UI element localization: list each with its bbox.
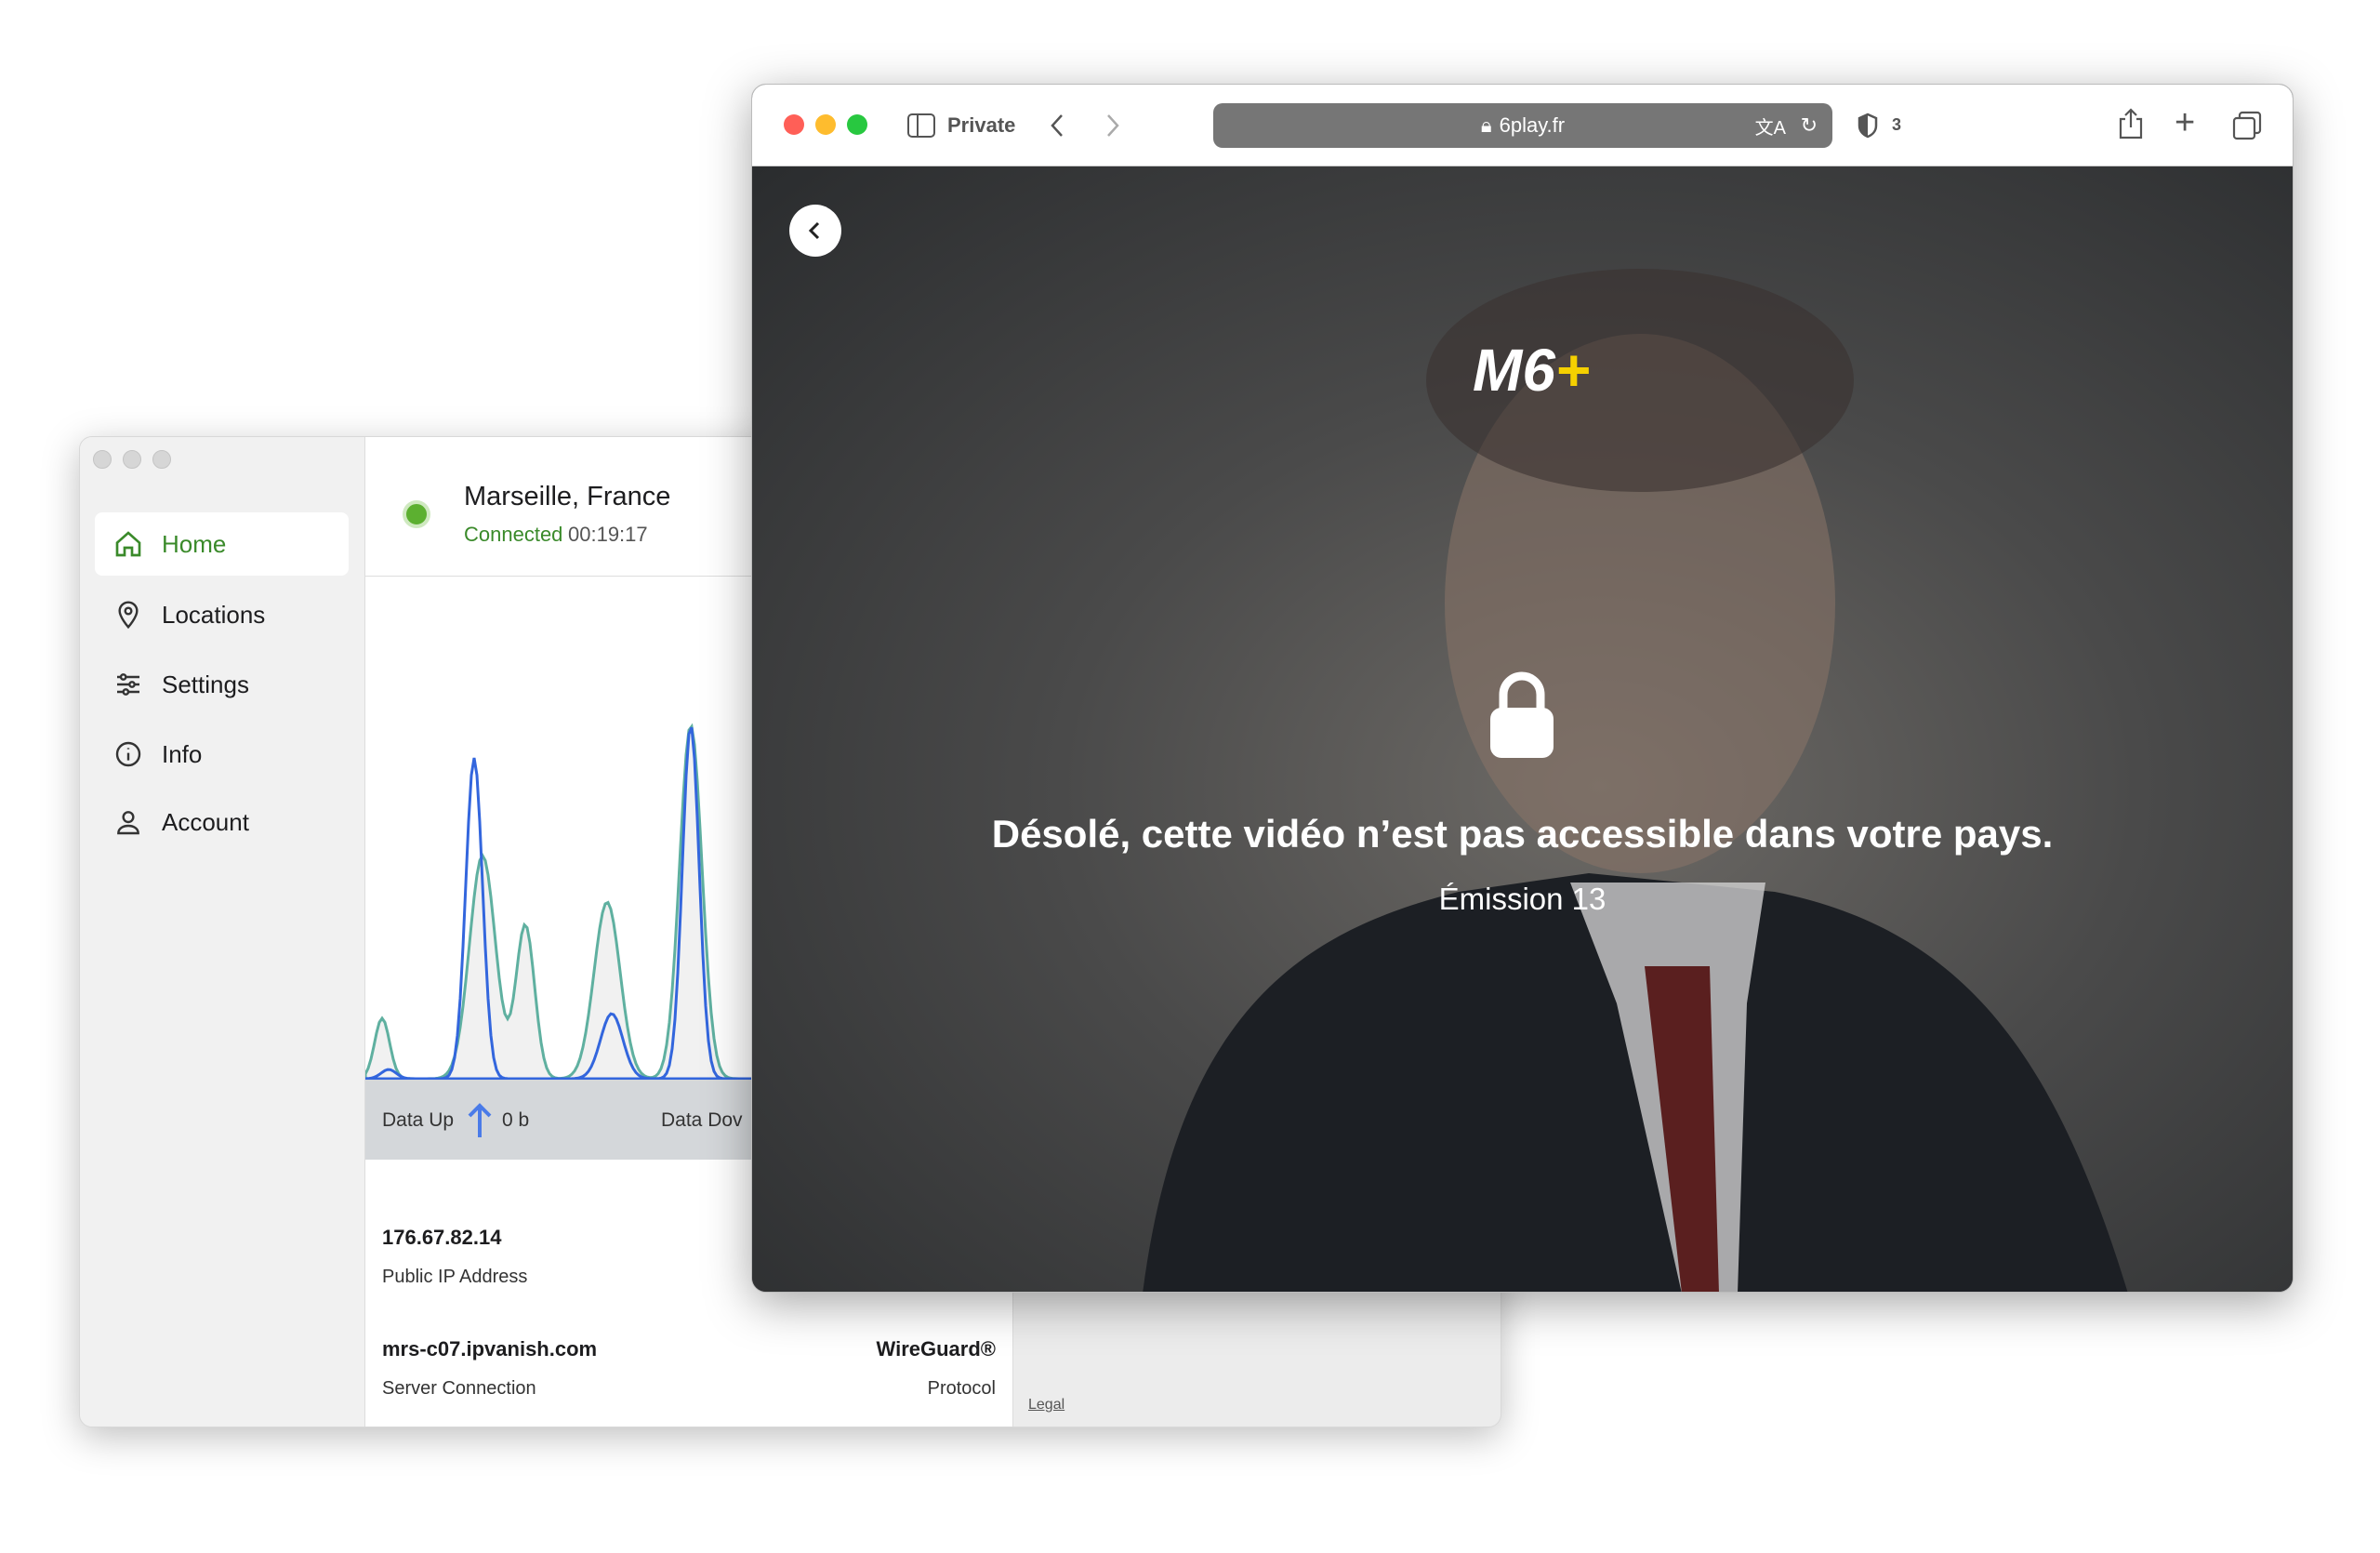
- pin-icon: [118, 601, 139, 630]
- sidebar-item-locations[interactable]: Locations: [95, 583, 349, 646]
- reload-icon[interactable]: ↻: [1801, 113, 1818, 138]
- close-button[interactable]: [784, 114, 804, 135]
- browser-toolbar: Private 🔒︎ 6play.fr 文A ↻ 3 +: [752, 85, 2293, 166]
- sidebar: Home Locations Settings Info Account: [80, 437, 365, 1427]
- video-player: M6+ Désolé, cette vidéo n’est pas access…: [752, 166, 2293, 1292]
- connection-status: Connected: [464, 523, 563, 546]
- url-text: 6play.fr: [1499, 113, 1566, 137]
- back-button[interactable]: [789, 205, 841, 257]
- back-icon[interactable]: [1048, 113, 1066, 139]
- address-bar[interactable]: 🔒︎ 6play.fr 文A ↻: [1213, 103, 1832, 148]
- geo-block-message: Désolé, cette vidéo n’est pas accessible…: [991, 812, 2054, 856]
- lock-icon: 🔒︎: [1480, 113, 1492, 137]
- sidebar-item-info[interactable]: Info: [95, 723, 349, 786]
- zoom-button[interactable]: [152, 450, 171, 469]
- home-icon: [115, 531, 141, 557]
- server-label: Server Connection: [382, 1378, 536, 1399]
- protocol-label: Protocol: [927, 1378, 996, 1399]
- forward-icon[interactable]: [1104, 113, 1122, 139]
- minimize-button[interactable]: [815, 114, 836, 135]
- sidebar-item-label: Home: [162, 529, 227, 558]
- sidebar-item-label: Settings: [162, 670, 249, 698]
- sidebar-item-home[interactable]: Home: [95, 512, 349, 576]
- public-ip: 176.67.82.14: [382, 1226, 502, 1249]
- public-ip-label: Public IP Address: [382, 1267, 528, 1287]
- server-name: mrs-c07.ipvanish.com: [382, 1337, 598, 1361]
- protocol-value: WireGuard®: [876, 1337, 996, 1361]
- browser-window: Private 🔒︎ 6play.fr 文A ↻ 3 + M6+ Désolé,…: [751, 84, 2294, 1293]
- data-up-value: 0 b: [502, 1109, 530, 1131]
- sidebar-item-label: Info: [162, 739, 203, 768]
- connection-duration: 00:19:17: [568, 523, 648, 546]
- m6-plus-logo: M6+: [1473, 337, 1591, 404]
- translate-icon[interactable]: 文A: [1755, 113, 1786, 139]
- lock-icon: [1490, 671, 1554, 758]
- new-tab-icon[interactable]: +: [2175, 103, 2195, 143]
- sidebar-item-settings[interactable]: Settings: [95, 653, 349, 716]
- shield-icon[interactable]: [1857, 113, 1879, 139]
- legal-link[interactable]: Legal: [1028, 1397, 1064, 1414]
- shield-count: 3: [1892, 115, 1902, 134]
- fullscreen-button[interactable]: [847, 114, 867, 135]
- sidebar-item-account[interactable]: Account: [95, 790, 349, 854]
- data-up-label: Data Up: [382, 1109, 455, 1131]
- window-controls: [93, 450, 171, 469]
- private-label: Private: [947, 113, 1016, 137]
- location-name: Marseille, France: [464, 482, 671, 511]
- minimize-button[interactable]: [123, 450, 141, 469]
- arrow-up-icon: [468, 1103, 492, 1137]
- sidebar-item-label: Account: [162, 807, 249, 836]
- data-down-label: Data Dov: [661, 1109, 743, 1131]
- sidebar-toggle-icon[interactable]: [906, 113, 936, 139]
- sliders-icon: [117, 673, 139, 696]
- info-icon: [115, 741, 141, 767]
- chevron-left-icon: [808, 221, 820, 240]
- tab-overview-icon[interactable]: [2232, 111, 2262, 140]
- status-indicator: [403, 500, 430, 528]
- sidebar-item-label: Locations: [162, 600, 266, 629]
- close-button[interactable]: [93, 450, 112, 469]
- user-icon: [117, 811, 139, 835]
- episode-title: Émission 13: [1438, 882, 1606, 916]
- share-icon[interactable]: [2117, 107, 2145, 140]
